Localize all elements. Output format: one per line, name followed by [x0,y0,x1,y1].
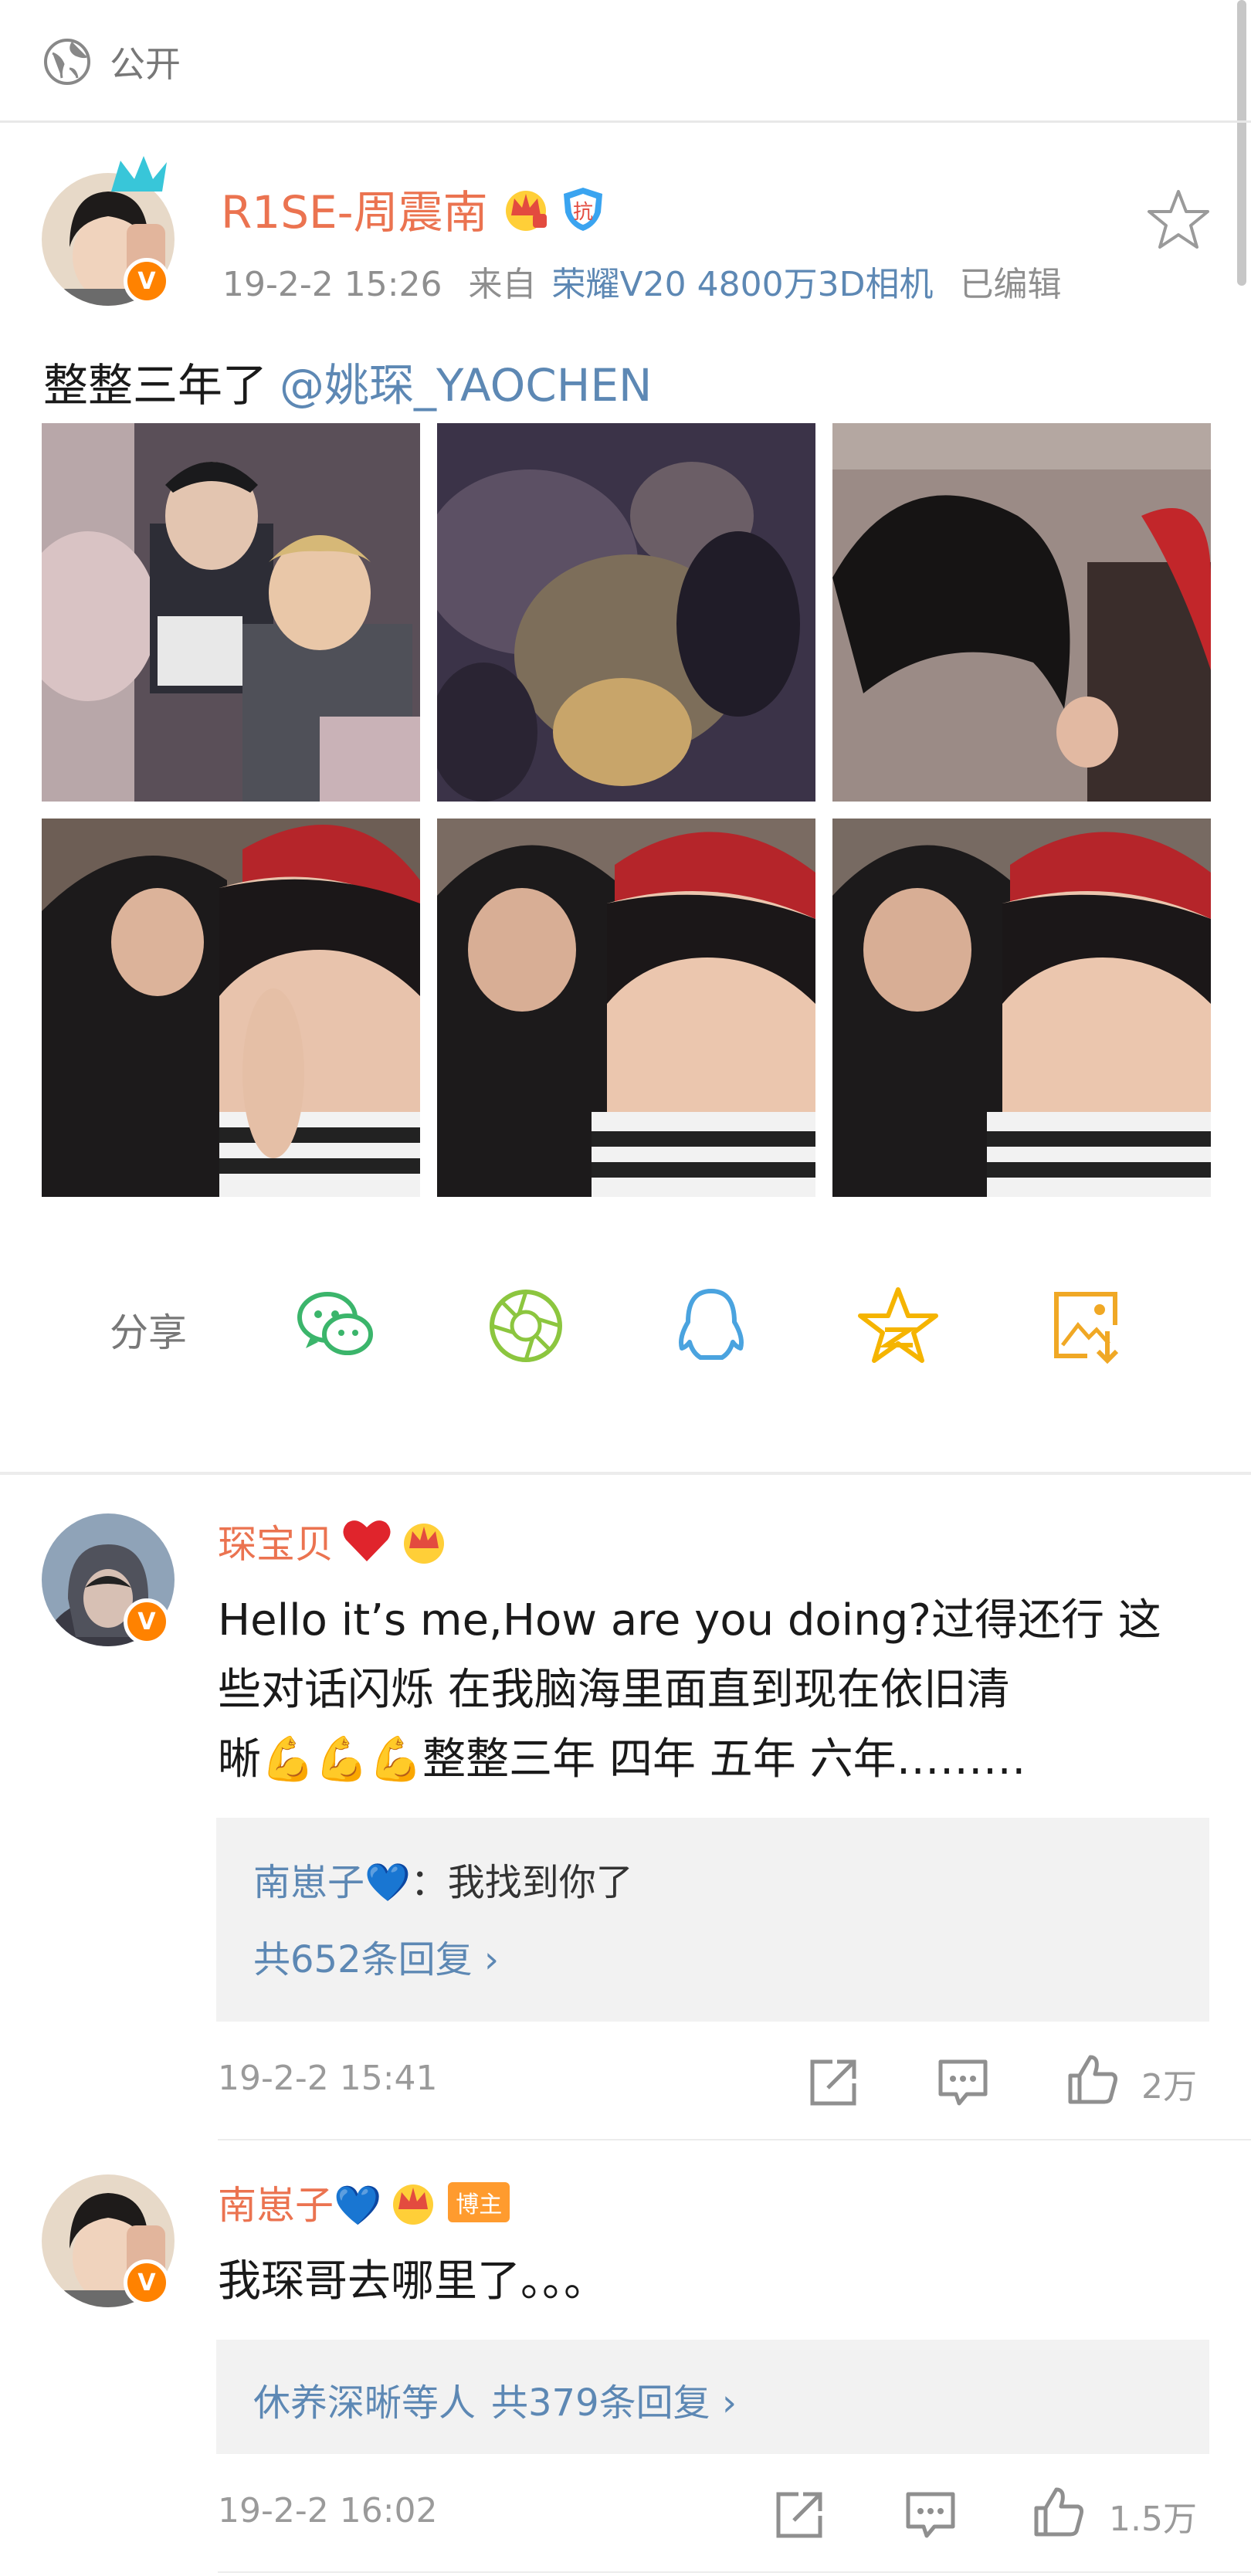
verified-badge-icon: V [124,258,170,304]
post-image-2[interactable] [437,423,815,802]
mention-link[interactable]: @姚琛_YAOCHEN [280,359,652,412]
qq-icon[interactable] [669,1283,754,1368]
divider [0,120,1251,123]
save-image-icon[interactable] [1046,1283,1131,1368]
reply-author[interactable]: 南崽子💙 [253,1861,411,1904]
verified-badge-icon: V [124,1598,170,1645]
post-meta: 19-2-2 15:26 来自 荣耀V20 4800万3D相机 已编辑 [222,256,1061,306]
reply-text: ：我找到你了 [410,1861,633,1904]
reply-preview: 南崽子💙：我找到你了 [253,1852,633,1906]
reply-authors[interactable]: 休养深晰等人 [253,2381,476,2425]
section-divider [0,1472,1251,1475]
avatar-crown-decoration-icon [111,156,167,192]
post-text: 整整三年了 [43,359,268,412]
vip-crown-icon [393,2185,434,2225]
comment-divider [218,2571,1251,2573]
more-replies-link[interactable]: 共379条回复 › [491,2381,737,2425]
vip-crown-icon [505,191,547,231]
like-icon[interactable] [1032,2485,1086,2539]
reply-comment-icon[interactable] [904,2488,958,2542]
post-image-6[interactable] [832,819,1211,1197]
edited-label: 已编辑 [959,265,1062,304]
more-replies-link[interactable]: 共652条回复 › [253,1929,499,1983]
blogger-badge: 博主 [448,2182,510,2222]
qzone-icon[interactable] [856,1283,941,1368]
comment-author-name[interactable]: 琛宝贝 [218,1513,334,1569]
comment-author-1[interactable]: 琛宝贝 [218,1513,448,1569]
author-name[interactable]: R1SE-周震南 [221,176,488,241]
reply-comment-icon[interactable] [936,2056,990,2110]
like-icon[interactable] [1066,2052,1120,2107]
post-source-link[interactable]: 荣耀V20 4800万3D相机 [552,265,934,304]
reply-box-1[interactable]: 南崽子💙：我找到你了 共652条回复 › [216,1818,1209,2022]
heart-icon [343,1520,391,1561]
verified-badge-icon: V [124,2259,170,2306]
comment-line: Hello it’s me,How are you doing?过得还行 这 [218,1595,1161,1646]
source-prefix: 来自 [468,265,537,304]
comment-line: 些对话闪烁 在我脑海里面直到现在依旧清 [218,1665,1010,1715]
reply-box-2[interactable]: 休养深晰等人 共379条回复 › [216,2340,1209,2454]
post-image-1[interactable] [42,423,420,802]
comment-time: 19-2-2 15:41 [218,2059,438,2098]
comment-author-2[interactable]: 南崽子💙 博主 [218,2174,510,2230]
share-label: 分享 [110,1310,187,1355]
image-grid [42,423,1211,1197]
vip-crown-icon [404,1524,444,1564]
privacy-indicator[interactable]: 公开 [42,34,181,90]
comment-line: 晰💪💪💪整整三年 四年 五年 六年……… [218,1734,1026,1785]
wechat-icon[interactable] [293,1283,378,1368]
shield-badge-icon: 抗 [563,188,602,231]
comment-author-name[interactable]: 南崽子💙 [218,2174,381,2230]
like-count: 2万 [1141,2067,1197,2107]
post-image-5[interactable] [437,819,815,1197]
favorite-star-icon[interactable] [1146,187,1211,252]
post-image-4[interactable] [42,819,420,1197]
share-comment-icon[interactable] [772,2488,826,2542]
like-count: 1.5万 [1109,2500,1197,2539]
comment-text-1: Hello it’s me,How are you doing?过得还行 这 些… [218,1586,1206,1795]
reply-preview: 休养深晰等人 共379条回复 › [253,2372,737,2426]
privacy-label: 公开 [110,43,181,85]
post-time: 19-2-2 15:26 [222,265,442,304]
post-body: 整整三年了 @姚琛_YAOCHEN [43,349,652,414]
globe-icon [44,39,90,85]
scrollbar[interactable] [1237,0,1246,286]
comment-text-2: 我琛哥去哪里了。。。 [218,2256,607,2307]
comment-divider [218,2139,1251,2140]
moments-icon[interactable] [483,1283,568,1368]
shield-badge-text: 抗 [573,201,593,224]
post-image-3[interactable] [832,423,1211,802]
post-author[interactable]: R1SE-周震南 抗 [221,176,607,241]
comment-time: 19-2-2 16:02 [218,2491,438,2530]
share-comment-icon[interactable] [806,2056,860,2110]
